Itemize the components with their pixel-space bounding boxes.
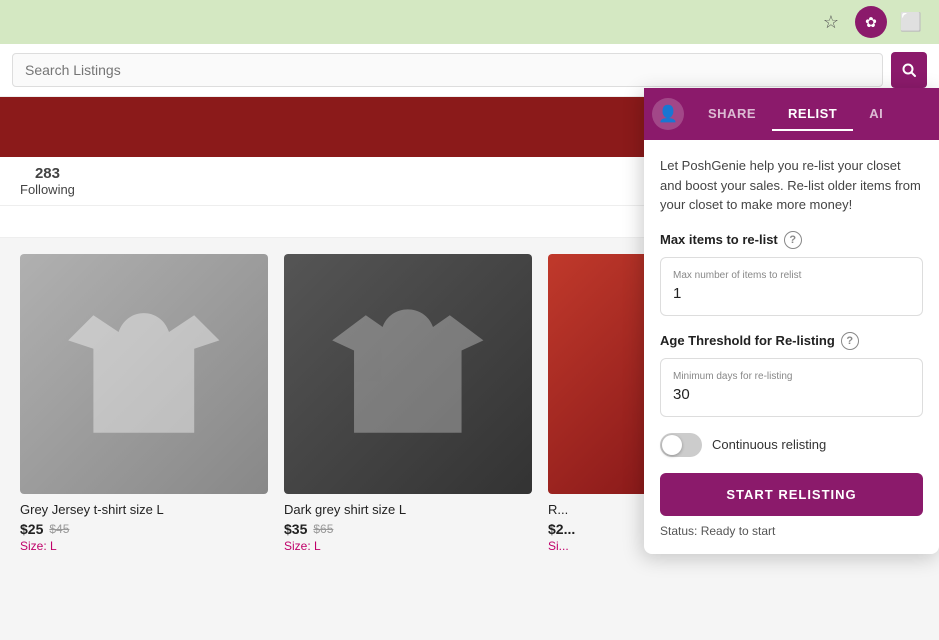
listing-card[interactable]: Dark grey shirt size L $35 $65 Size: L: [284, 254, 532, 553]
shirt-figure: [548, 254, 648, 494]
listing-title: Dark grey shirt size L: [284, 502, 532, 517]
listing-size: Size: L: [284, 539, 532, 553]
listing-prices: $35 $65: [284, 521, 532, 537]
search-button[interactable]: [891, 52, 927, 88]
following-stat: 283 Following: [20, 165, 75, 197]
tab-relist[interactable]: RELIST: [772, 98, 853, 131]
following-count: 283: [20, 165, 75, 182]
tab-ai[interactable]: AI: [853, 98, 899, 131]
price-original: $65: [313, 522, 333, 536]
popup-description: Let PoshGenie help you re-list your clos…: [660, 156, 923, 215]
shirt-figure: [284, 254, 532, 494]
avatar-icon[interactable]: ✿: [855, 6, 887, 38]
popup-header: 👤 SHARE RELIST AI: [644, 88, 939, 140]
age-threshold-label: Age Threshold for Re-listing ?: [660, 332, 923, 350]
continuous-relisting-toggle[interactable]: [660, 433, 702, 457]
status-text: Status: Ready to start: [660, 524, 923, 538]
listing-image: [548, 254, 648, 494]
search-icon: [901, 62, 917, 78]
listing-size: Size: L: [20, 539, 268, 553]
price-original: $45: [49, 522, 69, 536]
age-threshold-input-label: Minimum days for re-listing: [673, 371, 910, 382]
start-relisting-button[interactable]: START RELISTING: [660, 473, 923, 516]
popup-tabs: SHARE RELIST AI: [692, 98, 931, 131]
listing-prices: $25 $45: [20, 521, 268, 537]
price-current: $35: [284, 521, 307, 537]
shirt-figure: [20, 254, 268, 494]
listing-card[interactable]: Grey Jersey t-shirt size L $25 $45 Size:…: [20, 254, 268, 553]
search-input[interactable]: [12, 53, 883, 87]
continuous-relisting-row: Continuous relisting: [660, 433, 923, 457]
max-items-help-icon[interactable]: ?: [784, 231, 802, 249]
age-threshold-input-wrapper: Minimum days for re-listing: [660, 358, 923, 417]
listing-title: Grey Jersey t-shirt size L: [20, 502, 268, 517]
max-items-label: Max items to re-list ?: [660, 231, 923, 249]
age-threshold-field-group: Age Threshold for Re-listing ? Minimum d…: [660, 332, 923, 417]
popup-body: Let PoshGenie help you re-list your clos…: [644, 140, 939, 554]
listing-image: [20, 254, 268, 494]
continuous-relisting-label: Continuous relisting: [712, 437, 826, 452]
profile-icon: 👤: [652, 98, 684, 130]
star-icon[interactable]: ☆: [815, 6, 847, 38]
share-icon[interactable]: ⬜: [895, 6, 927, 38]
price-current: $2...: [548, 521, 575, 537]
following-label: Following: [20, 182, 75, 197]
max-items-input-wrapper: Max number of items to relist: [660, 257, 923, 316]
tab-share[interactable]: SHARE: [692, 98, 772, 131]
max-items-field-group: Max items to re-list ? Max number of ite…: [660, 231, 923, 316]
listing-image: [284, 254, 532, 494]
age-threshold-input[interactable]: [673, 386, 910, 403]
top-bar: ☆ ✿ ⬜: [0, 0, 939, 44]
max-items-input-label: Max number of items to relist: [673, 270, 910, 281]
toggle-knob: [662, 435, 682, 455]
main-content: 283 Following Sort By Grey Jersey t-shir…: [0, 44, 939, 640]
max-items-input[interactable]: [673, 285, 910, 302]
price-current: $25: [20, 521, 43, 537]
popup-panel: 👤 SHARE RELIST AI Let PoshGenie help you…: [644, 88, 939, 554]
age-threshold-help-icon[interactable]: ?: [841, 332, 859, 350]
